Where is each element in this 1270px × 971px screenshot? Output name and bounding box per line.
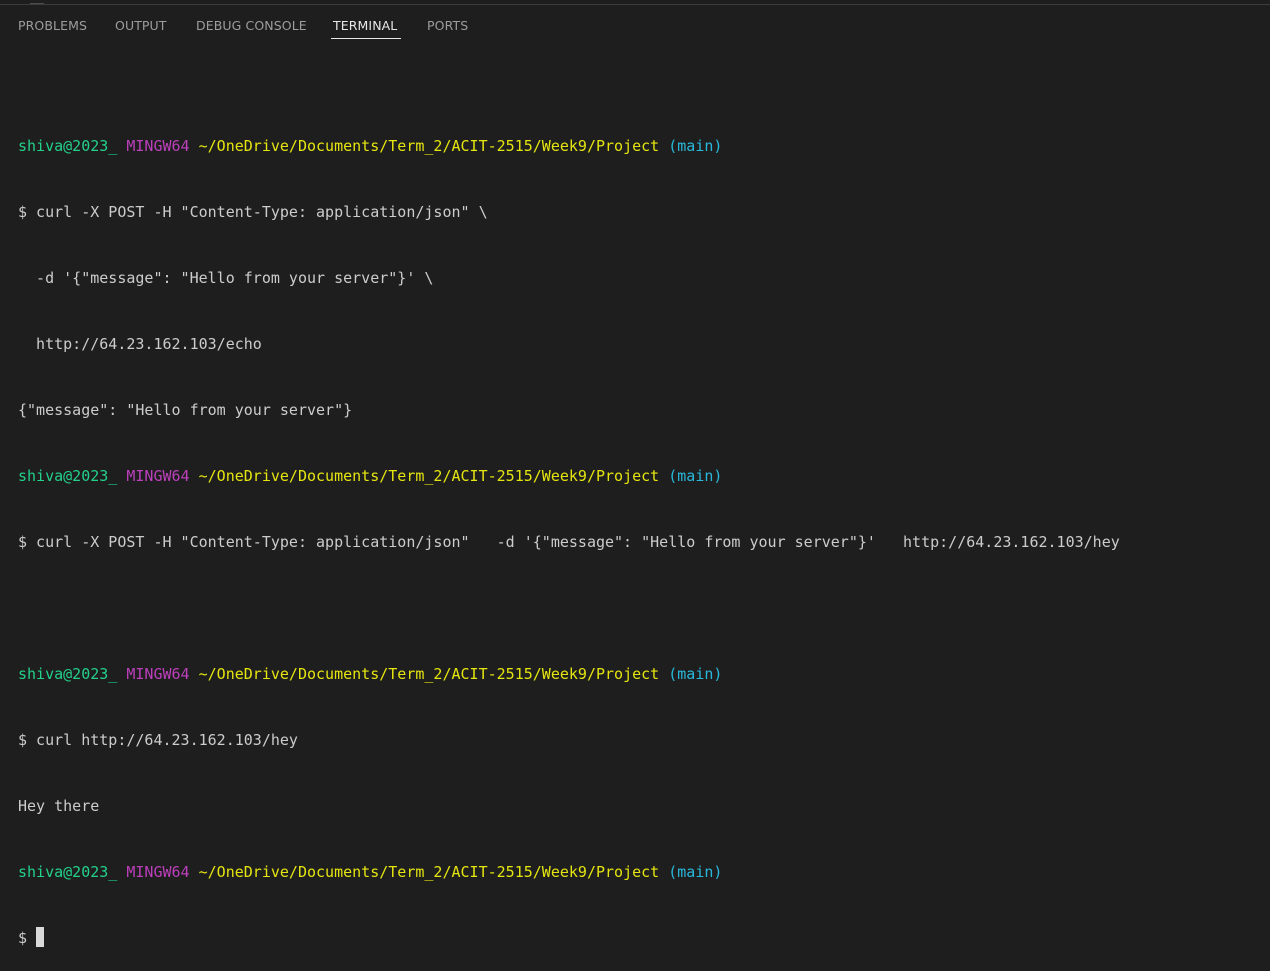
prompt-branch: (main) (668, 467, 723, 485)
panel-tab-bar: PROBLEMS OUTPUT DEBUG CONSOLE TERMINAL P… (0, 5, 1270, 43)
prompt-user: shiva@2023_ (18, 665, 118, 683)
prompt-branch: (main) (668, 665, 723, 683)
tab-terminal[interactable]: TERMINAL (333, 18, 397, 33)
prompt-user: shiva@2023_ (18, 863, 118, 881)
command-line: $ curl -X POST -H "Content-Type: applica… (18, 533, 1120, 551)
prompt-system: MINGW64 (126, 137, 190, 155)
output-line: Hey there (18, 797, 100, 815)
prompt-symbol: $ (18, 929, 28, 947)
prompt-user: shiva@2023_ (18, 137, 118, 155)
command-line: http://64.23.162.103/echo (18, 335, 262, 353)
tab-output[interactable]: OUTPUT (115, 18, 167, 33)
prompt-system: MINGW64 (126, 467, 190, 485)
command-line: $ curl http://64.23.162.103/hey (18, 731, 298, 749)
prompt-system: MINGW64 (126, 665, 190, 683)
command-line: $ curl -X POST -H "Content-Type: applica… (18, 203, 488, 221)
prompt-user: shiva@2023_ (18, 467, 118, 485)
prompt-path: ~/OneDrive/Documents/Term_2/ACIT-2515/We… (198, 665, 660, 683)
output-line: {"message": "Hello from your server"} (18, 401, 353, 419)
prompt-line: shiva@2023_ MINGW64 ~/OneDrive/Documents… (18, 663, 1263, 685)
prompt-branch: (main) (668, 863, 723, 881)
terminal-output[interactable]: shiva@2023_ MINGW64 ~/OneDrive/Documents… (18, 91, 1263, 971)
tab-problems[interactable]: PROBLEMS (18, 18, 87, 33)
tab-ports[interactable]: PORTS (427, 18, 468, 33)
prompt-path: ~/OneDrive/Documents/Term_2/ACIT-2515/We… (198, 137, 660, 155)
prompt-system: MINGW64 (126, 863, 190, 881)
prompt-path: ~/OneDrive/Documents/Term_2/ACIT-2515/We… (198, 467, 660, 485)
prompt-line: shiva@2023_ MINGW64 ~/OneDrive/Documents… (18, 861, 1263, 883)
command-line: -d '{"message": "Hello from your server"… (18, 269, 434, 287)
prompt-path: ~/OneDrive/Documents/Term_2/ACIT-2515/We… (198, 863, 660, 881)
input-line[interactable]: $ (18, 927, 1263, 949)
prompt-branch: (main) (668, 137, 723, 155)
prompt-line: shiva@2023_ MINGW64 ~/OneDrive/Documents… (18, 465, 1263, 487)
active-tab-indicator (331, 38, 401, 39)
tab-debug-console[interactable]: DEBUG CONSOLE (196, 18, 307, 33)
prompt-line: shiva@2023_ MINGW64 ~/OneDrive/Documents… (18, 135, 1263, 157)
terminal-cursor (36, 927, 45, 947)
